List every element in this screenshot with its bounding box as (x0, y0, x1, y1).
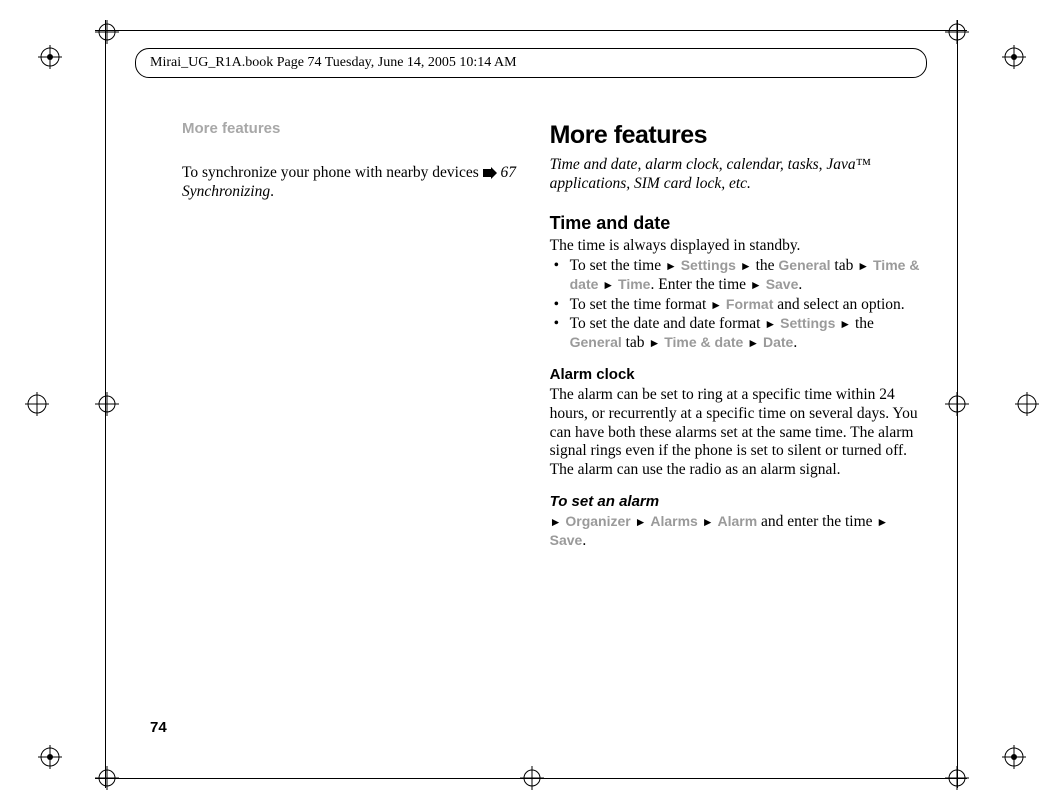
time-date-heading: Time and date (550, 213, 920, 235)
sa-alarms: Alarms (650, 513, 697, 529)
registration-mark-bottom-right (1002, 745, 1026, 769)
running-header: Mirai_UG_R1A.book Page 74 Tuesday, June … (135, 48, 927, 78)
left-column: More features To synchronize your phone … (150, 120, 522, 551)
nav-arrow-icon: ► (665, 259, 677, 273)
b1-t5: . (798, 276, 802, 293)
alarm-clock-body: The alarm can be set to ring at a specif… (550, 386, 920, 479)
sync-paragraph: To synchronize your phone with nearby de… (182, 164, 522, 201)
b1-save: Save (766, 276, 799, 292)
nav-arrow-icon: ► (702, 515, 714, 529)
bullet-set-time: To set the time ► Settings ► the General… (554, 257, 920, 294)
b1-t2: the (752, 257, 779, 274)
b3-t2: the (851, 315, 874, 332)
sa-t1: and enter the time (757, 513, 876, 530)
registration-mark-top-right (1002, 45, 1026, 69)
sa-alarm: Alarm (717, 513, 757, 529)
nav-arrow-icon: ► (602, 278, 614, 292)
page-number: 74 (150, 719, 167, 736)
b1-t3: tab (831, 257, 858, 274)
alarm-clock-heading: Alarm clock (550, 366, 920, 384)
time-date-bullets: To set the time ► Settings ► the General… (550, 257, 920, 352)
xref-arrow-icon (483, 167, 497, 179)
b3-settings: Settings (780, 315, 835, 331)
page-content: More features To synchronize your phone … (150, 120, 920, 551)
running-header-text: Mirai_UG_R1A.book Page 74 Tuesday, June … (150, 55, 517, 70)
nav-arrow-icon: ► (740, 259, 752, 273)
b3-t3: tab (622, 334, 649, 351)
bullet-time-format: To set the time format ► Format and sele… (554, 296, 920, 315)
to-set-alarm-body: ► Organizer ► Alarms ► Alarm and enter t… (550, 513, 920, 550)
more-features-tagline: Time and date, alarm clock, calendar, ta… (550, 156, 920, 193)
nav-arrow-icon: ► (747, 336, 759, 350)
nav-arrow-icon: ► (635, 515, 647, 529)
nav-arrow-icon: ► (750, 278, 762, 292)
right-column: More features Time and date, alarm clock… (550, 120, 920, 551)
crop-target-left-mid (25, 392, 49, 416)
b1-general: General (778, 257, 830, 273)
b3-date: Date (763, 334, 793, 350)
nav-arrow-icon: ► (648, 336, 660, 350)
b1-time: Time (618, 276, 650, 292)
more-features-heading: More features (550, 120, 920, 150)
b1-t1: To set the time (570, 257, 665, 274)
sa-save: Save (550, 532, 583, 548)
nav-arrow-icon: ► (876, 515, 888, 529)
sa-organizer: Organizer (565, 513, 630, 529)
to-set-alarm-heading: To set an alarm (550, 493, 920, 511)
b3-t1: To set the date and date format (570, 315, 765, 332)
sync-text: To synchronize your phone with nearby de… (182, 164, 483, 181)
section-label: More features (182, 120, 522, 138)
crop-target-right-mid (1015, 392, 1039, 416)
registration-mark-top-left (38, 45, 62, 69)
b3-timedate: Time & date (664, 334, 743, 350)
nav-arrow-icon: ► (839, 317, 851, 331)
b2-format: Format (726, 296, 773, 312)
registration-mark-bottom-left (38, 745, 62, 769)
nav-arrow-icon: ► (710, 298, 722, 312)
b1-settings: Settings (681, 257, 736, 273)
bullet-date-format: To set the date and date format ► Settin… (554, 315, 920, 352)
nav-arrow-icon: ► (857, 259, 869, 273)
time-date-intro: The time is always displayed in standby. (550, 237, 920, 256)
sa-t2: . (582, 532, 586, 549)
b2-t2: and select an option. (773, 296, 904, 313)
b2-t1: To set the time format (570, 296, 711, 313)
b1-t4: . Enter the time (650, 276, 749, 293)
b3-general: General (570, 334, 622, 350)
sync-period: . (270, 183, 274, 200)
page-frame: Mirai_UG_R1A.book Page 74 Tuesday, June … (105, 20, 957, 788)
nav-arrow-icon: ► (764, 317, 776, 331)
nav-arrow-icon: ► (550, 515, 562, 529)
b3-t4: . (793, 334, 797, 351)
